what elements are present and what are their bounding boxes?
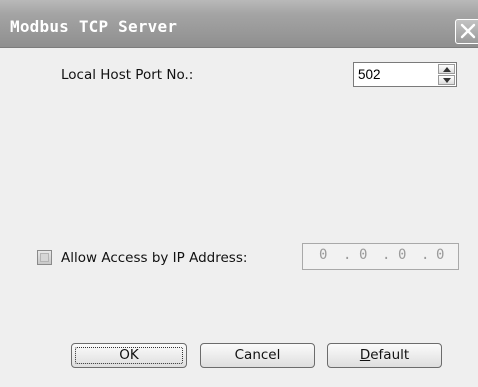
default-mnemonic: D [359, 347, 371, 363]
cancel-button[interactable]: Cancel [200, 343, 315, 368]
port-label: Local Host Port No.: [61, 67, 194, 83]
ip-separator: . [382, 247, 391, 263]
ok-button[interactable]: OK [71, 343, 187, 368]
ip-octet-1[interactable]: 0 [319, 247, 327, 263]
port-spinbox[interactable] [353, 62, 457, 87]
title-bar[interactable]: Modbus TCP Server [0, 0, 478, 48]
allow-access-label[interactable]: Allow Access by IP Address: [61, 250, 247, 266]
modbus-tcp-server-dialog: Modbus TCP Server Local Host Port No.: A… [0, 0, 478, 387]
port-input[interactable] [356, 65, 436, 84]
arrow-down-icon [443, 78, 451, 83]
ip-octet-4[interactable]: 0 [436, 247, 444, 263]
port-spin-buttons [438, 64, 455, 85]
default-button[interactable]: Default [327, 343, 442, 368]
ip-separator: . [343, 247, 352, 263]
default-label: efault [370, 347, 410, 363]
ip-octet-2[interactable]: 0 [359, 247, 367, 263]
spin-up-button[interactable] [438, 64, 455, 74]
close-icon [460, 23, 476, 39]
ip-address-field[interactable]: 0 . 0 . 0 . 0 [302, 243, 459, 270]
ip-separator: . [421, 247, 430, 263]
window-title: Modbus TCP Server [10, 17, 178, 36]
allow-access-checkbox[interactable] [37, 250, 52, 265]
ip-octet-3[interactable]: 0 [398, 247, 406, 263]
close-button[interactable] [455, 19, 478, 44]
arrow-up-icon [443, 67, 451, 72]
spin-down-button[interactable] [438, 75, 455, 85]
